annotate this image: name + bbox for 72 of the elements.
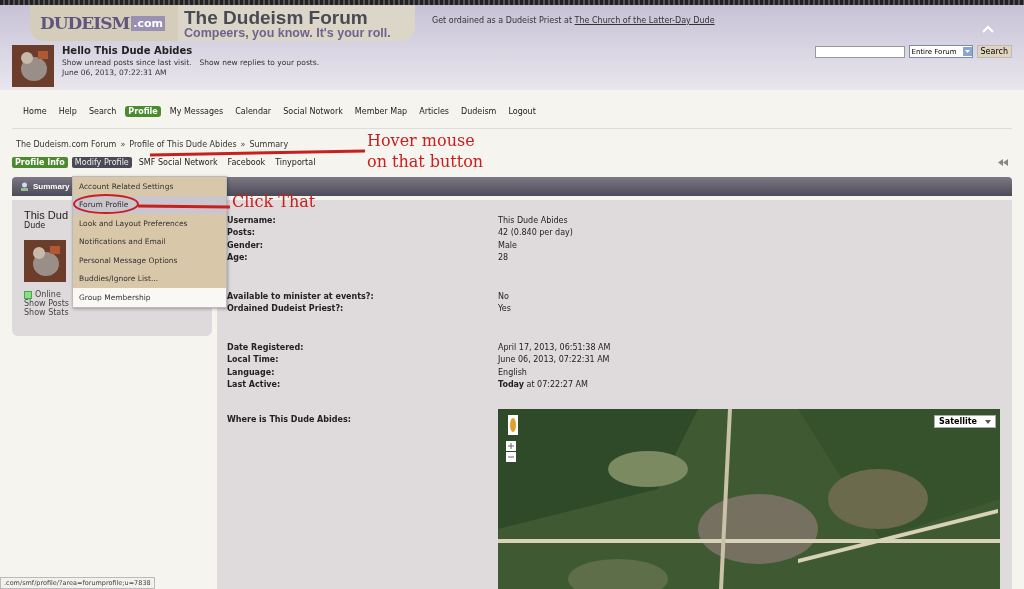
detail-value: Male [498, 240, 517, 250]
breadcrumb-separator: » [240, 140, 246, 149]
dropdown-arrow-icon[interactable] [962, 47, 972, 56]
breadcrumb-separator: » [120, 140, 126, 149]
breadcrumb-link[interactable]: The Dudeism.com Forum [16, 140, 117, 149]
detail-value: No [498, 291, 509, 301]
promo-text: Get ordained as a Dudeist Priest at The Church of the Latter-Day Dude [432, 16, 715, 25]
menu-item[interactable]: Dudeism [458, 105, 500, 117]
detail-value: This Dude Abides [498, 215, 568, 225]
profile-tab[interactable]: Facebook [224, 157, 269, 168]
forum-title: The Dudeism Forum [184, 8, 369, 27]
user-icon [20, 182, 29, 191]
person-icon[interactable] [508, 415, 518, 435]
detail-label: Last Active: [227, 380, 282, 390]
menu-item[interactable]: Articles [416, 105, 452, 117]
menu-item[interactable]: Logout [505, 105, 539, 117]
map-type-button[interactable]: Satellite [934, 415, 996, 428]
online-status: Online [35, 290, 61, 299]
menu-item[interactable]: Help [55, 105, 80, 117]
menu-item[interactable]: Social Notwork [280, 105, 346, 117]
user-greeting: Hello This Dude Abides [62, 45, 194, 56]
collapse-up-icon[interactable] [982, 25, 994, 33]
detail-value: Yes [498, 304, 511, 314]
annotation-text: on that button [367, 151, 484, 173]
collapse-icon[interactable] [998, 159, 1008, 166]
zoom-in-icon[interactable] [506, 441, 516, 451]
logo-suffix: .com [131, 15, 166, 31]
user-avatar [12, 45, 54, 87]
caret-icon [985, 419, 991, 424]
detail-label: Username: [227, 215, 277, 225]
user-title: Dude [24, 221, 46, 230]
profile-tab[interactable]: SMF Social Network [135, 157, 221, 168]
detail-label: Posts: [227, 228, 256, 238]
search-button[interactable]: Search [976, 45, 1012, 58]
breadcrumb-link[interactable]: Summary [249, 140, 289, 149]
annotation-text: Click That [232, 192, 316, 213]
detail-value: Today at 07:22:27 AM [498, 380, 588, 390]
search-field[interactable] [814, 45, 905, 58]
menu-item[interactable]: Home [20, 105, 50, 117]
menu-item[interactable]: Search [85, 105, 120, 117]
logo-brand: DUDEISM [40, 13, 130, 33]
user-name: This Dud [24, 209, 69, 221]
user-avatar [24, 240, 66, 282]
zoom-out-icon[interactable] [506, 452, 516, 462]
profile-tab[interactable]: Profile Info [12, 157, 68, 168]
menu-item[interactable]: My Messages [166, 105, 227, 117]
profile-link[interactable]: Show Stats [24, 308, 69, 317]
detail-value: 28 [498, 253, 509, 263]
detail-label: Gender: [227, 240, 264, 250]
menu-item[interactable]: Member Map [351, 105, 411, 117]
profile-link[interactable]: Show Posts [24, 299, 70, 308]
forum-slogan: Compeers, you know. It's your roll. [184, 27, 392, 40]
detail-value: April 17, 2013, 06:51:38 AM [498, 342, 611, 352]
detail-label: Date Registered: [227, 342, 305, 352]
profile-tab[interactable]: Modify Profile [71, 157, 132, 168]
detail-label: Available to minister at events?: [227, 291, 375, 301]
detail-label: Where is This Dude Abides: [227, 415, 352, 426]
forum-logo[interactable]: DUDEISM .com The Dudeism Forum Compeers, you know. It's your roll. [30, 5, 415, 41]
profile-tab[interactable]: Tinyportal [272, 157, 319, 168]
detail-label: Ordained Dudeist Priest?: [227, 304, 345, 314]
detail-value: 42 (0.840 per day) [498, 228, 573, 238]
detail-label: Local Time: [227, 355, 280, 365]
detail-value: English [498, 367, 527, 377]
annotation-text: Hover mouse [367, 131, 475, 152]
detail-label: Language: [227, 367, 276, 377]
church-link[interactable]: The Church of the Latter-Day Dude [574, 16, 715, 25]
breadcrumb-link[interactable]: Profile of This Dude Abides [129, 140, 237, 149]
section-title: Summary [33, 182, 70, 191]
detail-label: Age: [227, 253, 249, 263]
menu-item[interactable]: Calendar [232, 105, 275, 117]
detail-value: June 06, 2013, 07:22:31 AM [498, 355, 610, 365]
menu-item[interactable]: Profile [125, 105, 161, 117]
